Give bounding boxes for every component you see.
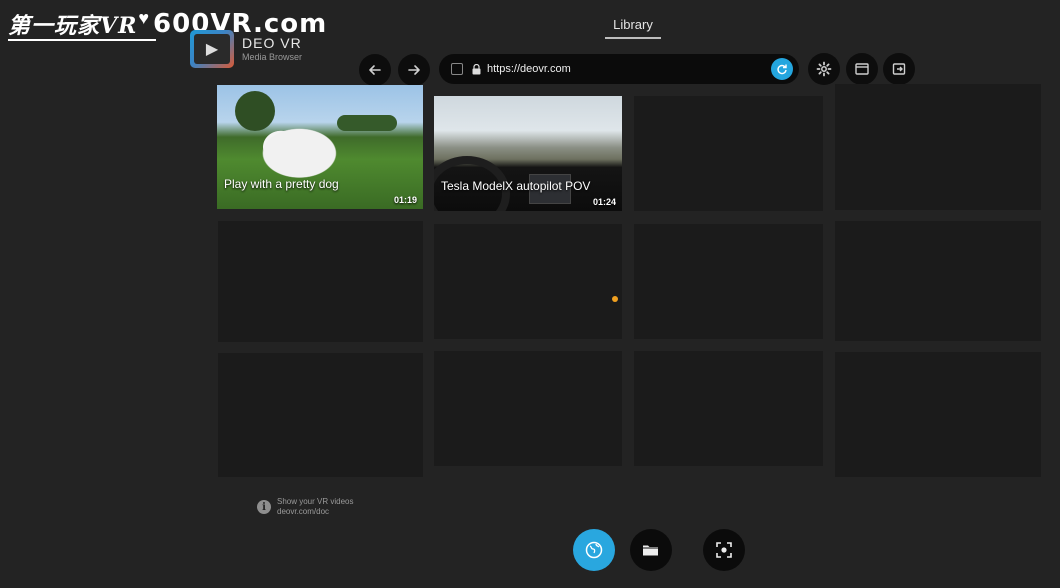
arrow-left-icon [369, 65, 381, 75]
refresh-icon [777, 64, 787, 75]
back-button[interactable] [359, 54, 391, 86]
empty-tile [218, 353, 423, 477]
browser-mode-button[interactable] [573, 529, 615, 571]
gaze-cursor [612, 296, 618, 302]
help-line-2[interactable]: deovr.com/doc [277, 507, 353, 517]
empty-tile [434, 351, 622, 466]
empty-tile [634, 224, 823, 339]
exit-button[interactable] [883, 53, 915, 85]
window-icon [855, 63, 869, 75]
empty-tile [835, 221, 1041, 341]
gear-icon [816, 61, 832, 77]
video-title: Play with a pretty dog [224, 177, 339, 191]
favicon-icon [451, 63, 463, 75]
recenter-button[interactable] [703, 529, 745, 571]
empty-tile [634, 96, 823, 211]
local-files-button[interactable] [630, 529, 672, 571]
video-thumbnail: Play with a pretty dog 01:19 [217, 85, 423, 209]
address-bar[interactable]: https://deovr.com [439, 54, 799, 84]
video-duration: 01:19 [393, 195, 417, 205]
empty-tile [634, 351, 823, 466]
empty-tile [835, 352, 1041, 477]
video-tile[interactable]: Tesla ModelX autopilot POV 01:24 [434, 96, 622, 211]
globe-icon [585, 541, 603, 559]
logo-subtitle: Media Browser [242, 52, 303, 62]
refresh-button[interactable] [771, 58, 793, 80]
watermark-underline [8, 39, 156, 41]
video-thumbnail: Tesla ModelX autopilot POV 01:24 [434, 96, 622, 211]
app-logo: ▶ DEO VR Media Browser [190, 30, 302, 68]
heart-icon: ♥ [138, 7, 150, 28]
play-icon: ▶ [190, 30, 234, 68]
video-title: Tesla ModelX autopilot POV [441, 179, 591, 193]
folder-icon [643, 545, 658, 556]
help-line-1: Show your VR videos [277, 497, 354, 506]
settings-button[interactable] [808, 53, 840, 85]
empty-tile [835, 84, 1041, 210]
watermark-cn-text: 第一玩家VR [8, 13, 138, 39]
help-note: i Show your VR videos deovr.com/doc [257, 497, 353, 517]
info-icon: i [257, 500, 271, 514]
url-text[interactable]: https://deovr.com [487, 63, 571, 75]
video-tile[interactable]: Play with a pretty dog 01:19 [217, 85, 423, 209]
logo-title: DEO VR [242, 35, 302, 51]
tab-active-indicator [605, 37, 661, 39]
empty-tile [434, 224, 622, 339]
arrow-right-icon [408, 65, 420, 75]
window-button[interactable] [846, 53, 878, 85]
video-duration: 01:24 [592, 197, 616, 207]
forward-button[interactable] [398, 54, 430, 86]
recenter-icon [716, 542, 732, 558]
tab-library[interactable]: Library [605, 17, 661, 32]
lock-icon [472, 63, 481, 75]
exit-icon [892, 63, 906, 75]
empty-tile [218, 221, 423, 342]
